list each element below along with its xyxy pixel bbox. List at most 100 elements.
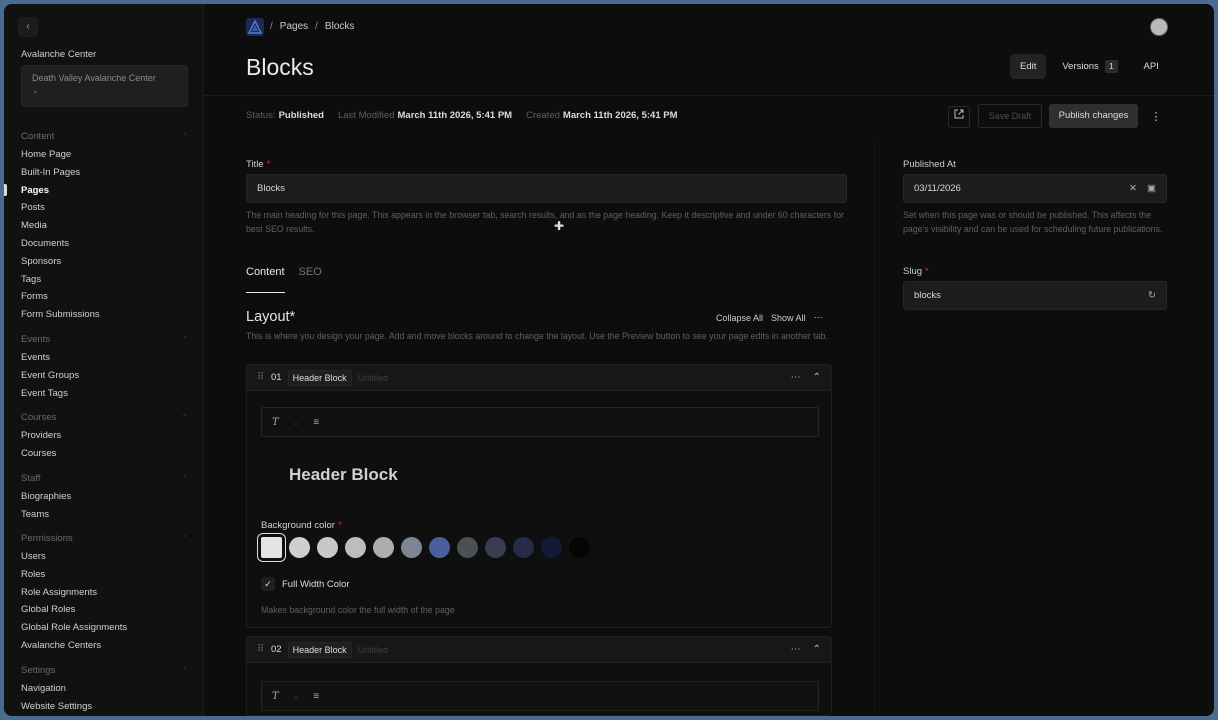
block-heading-preview[interactable]: Header Block xyxy=(289,465,398,485)
sidebar-item-providers[interactable]: Providers xyxy=(21,427,188,445)
sidebar-item-roles[interactable]: Roles xyxy=(21,566,188,584)
sidebar-item-teams[interactable]: Teams xyxy=(21,506,188,524)
color-swatch[interactable] xyxy=(289,537,310,558)
tab-content[interactable]: Content xyxy=(246,266,285,293)
text-style-icon[interactable]: T xyxy=(272,691,279,702)
refresh-icon[interactable]: ↻ xyxy=(1148,290,1156,301)
block-header[interactable]: ⠿ 01 Header Block Untitled ⋯ ⌃ xyxy=(247,365,831,391)
sidebar-group: Settings ⌃ Navigation Website Settings xyxy=(21,662,188,716)
background-color-label: Background color * xyxy=(261,520,342,531)
sidebar-group-title[interactable]: Events ⌃ xyxy=(21,331,188,349)
color-swatches xyxy=(257,533,590,562)
sidebar-item-forms[interactable]: Forms xyxy=(21,288,188,306)
more-icon[interactable]: ⋯ xyxy=(791,372,801,383)
app-logo-icon[interactable] xyxy=(246,18,264,36)
app-window: ‹ Avalanche Center Death Valley Avalanch… xyxy=(4,4,1214,716)
sidebar-item-form-submissions[interactable]: Form Submissions xyxy=(21,306,188,324)
clear-icon[interactable]: ✕ xyxy=(1129,183,1137,194)
color-swatch[interactable] xyxy=(373,537,394,558)
sidebar-group-title[interactable]: Courses ⌃ xyxy=(21,409,188,427)
slug-value: blocks xyxy=(914,290,941,301)
more-icon[interactable]: ⋯ xyxy=(791,644,801,655)
versions-count-badge: 1 xyxy=(1104,60,1118,73)
sidebar-item-global-roles[interactable]: Global Roles xyxy=(21,601,188,619)
sidebar-item-home-page[interactable]: Home Page xyxy=(21,146,188,164)
sidebar-item-website-settings[interactable]: Website Settings xyxy=(21,698,188,716)
sidebar-item-media[interactable]: Media xyxy=(21,217,188,235)
full-width-label: Full Width Color xyxy=(282,578,350,590)
sidebar-item-users[interactable]: Users xyxy=(21,548,188,566)
document-meta: Status: Published Last Modified March 11th… xyxy=(246,110,678,121)
breadcrumb-current: Blocks xyxy=(324,21,355,32)
chevron-up-icon[interactable]: ⌃ xyxy=(813,372,821,383)
sidebar-group-title[interactable]: Content ⌃ xyxy=(21,128,188,146)
drag-handle-icon[interactable]: ⠿ xyxy=(257,644,271,655)
sidebar-item-events[interactable]: Events xyxy=(21,349,188,367)
avatar[interactable] xyxy=(1150,18,1168,36)
align-icon[interactable]: ≡ xyxy=(313,417,319,428)
color-swatch[interactable] xyxy=(401,537,422,558)
sidebar-group-title[interactable]: Settings ⌃ xyxy=(21,662,188,680)
save-draft-button[interactable]: Save Draft xyxy=(978,104,1042,128)
sidebar-group-title[interactable]: Permissions ⌃ xyxy=(21,530,188,548)
color-swatch[interactable] xyxy=(541,537,562,558)
more-icon[interactable]: ⋯ xyxy=(814,312,823,323)
block-number: 01 xyxy=(271,372,282,383)
sidebar-item-avalanche-centers[interactable]: Avalanche Centers xyxy=(21,637,188,655)
sidebar-item-navigation[interactable]: Navigation xyxy=(21,680,188,698)
title-input[interactable]: Blocks xyxy=(246,174,847,203)
sidebar-item-built-in-pages[interactable]: Built-In Pages xyxy=(21,164,188,182)
collapse-all-button[interactable]: Collapse All xyxy=(716,313,763,323)
chevron-left-icon[interactable]: ‹ xyxy=(18,17,38,37)
tab-edit[interactable]: Edit xyxy=(1010,54,1047,79)
sidebar-group: Events ⌃ Events Event Groups Event Tags xyxy=(21,331,188,402)
sidebar-group: Staff ⌃ Biographies Teams xyxy=(21,470,188,524)
color-swatch[interactable] xyxy=(485,537,506,558)
sidebar-item-documents[interactable]: Documents xyxy=(21,235,188,253)
tenant-select[interactable]: Death Valley Avalanche Center ⌄ xyxy=(21,65,188,107)
block-header[interactable]: ⠿ 02 Header Block Untitled ⋯ ⌃ xyxy=(247,637,831,663)
sidebar-item-posts[interactable]: Posts xyxy=(21,199,188,217)
sidebar-item-event-groups[interactable]: Event Groups xyxy=(21,367,188,385)
created-value: March 11th 2026, 5:41 PM xyxy=(562,110,678,121)
sidebar-item-pages[interactable]: Pages xyxy=(21,182,188,200)
show-all-button[interactable]: Show All xyxy=(771,313,806,323)
published-at-input[interactable]: 03/11/2026 ✕ ▣ xyxy=(903,174,1167,203)
slug-input[interactable]: blocks ↻ xyxy=(903,281,1167,310)
color-swatch[interactable] xyxy=(513,537,534,558)
sidebar-item-event-tags[interactable]: Event Tags xyxy=(21,385,188,403)
open-external-icon[interactable] xyxy=(948,106,970,128)
publish-button[interactable]: Publish changes xyxy=(1049,104,1138,128)
align-icon[interactable]: ≡ xyxy=(313,691,319,702)
color-swatch[interactable] xyxy=(257,533,286,562)
published-at-label: Published At xyxy=(903,159,956,170)
color-swatch[interactable] xyxy=(569,537,590,558)
tab-versions[interactable]: Versions 1 xyxy=(1052,54,1127,79)
sidebar-item-tags[interactable]: Tags xyxy=(21,271,188,289)
drag-handle-icon[interactable]: ⠿ xyxy=(257,372,271,383)
more-options-icon[interactable]: ⋮ xyxy=(1148,108,1164,126)
sidebar-item-role-assignments[interactable]: Role Assignments xyxy=(21,584,188,602)
color-swatch[interactable] xyxy=(429,537,450,558)
sidebar-group: Permissions ⌃ Users Roles Role Assignments Gl… xyxy=(21,530,188,655)
chevron-up-icon[interactable]: ⌃ xyxy=(813,644,821,655)
text-style-icon[interactable]: T xyxy=(272,417,279,428)
sidebar-item-biographies[interactable]: Biographies xyxy=(21,488,188,506)
chevron-up-icon: ⌃ xyxy=(181,534,188,543)
color-swatch[interactable] xyxy=(317,537,338,558)
tab-seo[interactable]: SEO xyxy=(299,266,322,293)
checkmark-icon[interactable]: ✓ xyxy=(261,577,275,591)
color-swatch[interactable] xyxy=(345,537,366,558)
sidebar-item-sponsors[interactable]: Sponsors xyxy=(21,253,188,271)
sidebar: ‹ Avalanche Center Death Valley Avalanch… xyxy=(4,4,204,716)
full-width-option[interactable]: ✓ Full Width Color xyxy=(261,577,350,591)
sidebar-item-courses[interactable]: Courses xyxy=(21,445,188,463)
breadcrumb-pages[interactable]: Pages xyxy=(280,21,308,32)
sidebar-item-global-role-assignments[interactable]: Global Role Assignments xyxy=(21,619,188,637)
modified-value: March 11th 2026, 5:41 PM xyxy=(397,110,513,121)
sidebar-group-title[interactable]: Staff ⌃ xyxy=(21,470,188,488)
layout-title: Layout* xyxy=(246,309,296,325)
tab-api[interactable]: API xyxy=(1134,54,1169,79)
calendar-icon[interactable]: ▣ xyxy=(1147,183,1156,194)
color-swatch[interactable] xyxy=(457,537,478,558)
